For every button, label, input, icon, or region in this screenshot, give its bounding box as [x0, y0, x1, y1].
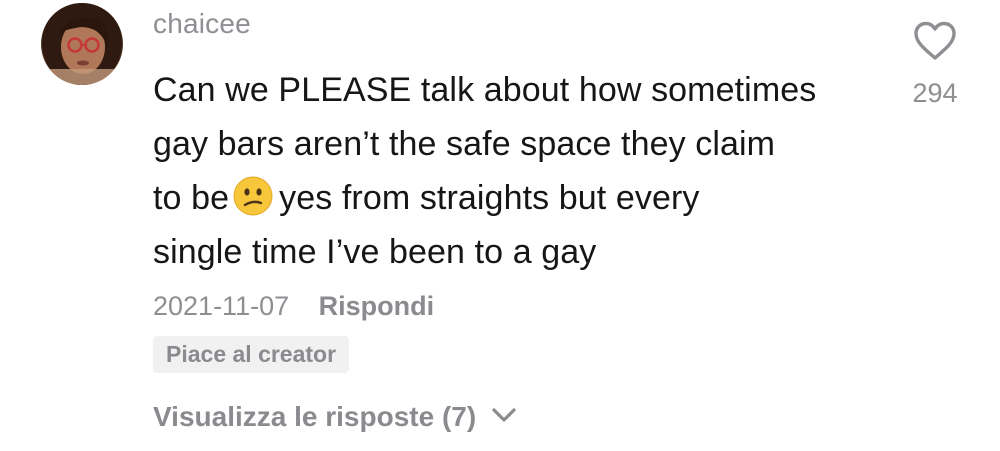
avatar[interactable] [41, 3, 123, 85]
comment-text-line: Can we PLEASE talk about how sometimes [153, 71, 817, 109]
comment-item: chaicee Can we PLEASE talk about how som… [0, 0, 1000, 451]
comment-text-line: gay bars aren’t the safe space they clai… [153, 125, 776, 163]
chevron-down-icon [492, 408, 516, 422]
creator-liked-badge: Piace al creator [153, 336, 350, 373]
comment-text-line: single time I’ve been to a gay [153, 233, 597, 271]
comment-username[interactable]: chaicee [153, 4, 251, 44]
comment-text-line: to be yes from straights but every [153, 171, 873, 225]
comment-text-segment: to be [153, 179, 230, 217]
like-section: 294 [904, 20, 966, 110]
comment-text-segment: yes from straights but every [279, 179, 700, 217]
reply-button[interactable]: Rispondi [319, 291, 435, 321]
heart-outline-icon[interactable] [912, 20, 958, 62]
avatar-image [41, 3, 123, 85]
comment-date: 2021-11-07 [153, 291, 290, 321]
like-count: 294 [912, 78, 958, 108]
comment-meta: 2021-11-07 Rispondi [153, 286, 434, 326]
view-replies-label: Visualizza le risposte (7) [153, 401, 477, 432]
view-replies-button[interactable]: Visualizza le risposte (7) [153, 397, 518, 437]
comment-text: Can we PLEASE talk about how sometimes g… [153, 63, 873, 279]
confused-face-emoji [233, 176, 273, 216]
